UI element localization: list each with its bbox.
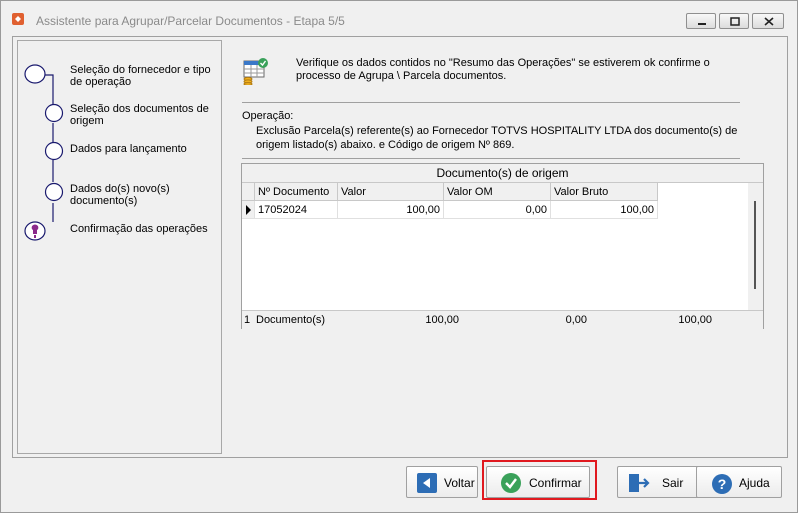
confirm-highlight-box <box>482 460 597 500</box>
cell-valor[interactable]: 100,00 <box>338 201 444 219</box>
step-label-1: Seleção do fornecedor e tipo de operação <box>70 64 211 88</box>
step-marker-1 <box>24 64 46 84</box>
cell-doc[interactable]: 17052024 <box>255 201 338 219</box>
step-label-2: Seleção dos documentos de origem <box>70 103 209 127</box>
close-button[interactable] <box>752 13 784 29</box>
steps-panel: Seleção do fornecedor e tipo de operação… <box>17 40 222 454</box>
minimize-button[interactable] <box>686 13 716 29</box>
restore-icon <box>730 17 740 26</box>
svg-text:?: ? <box>718 476 727 492</box>
column-header-valor-om[interactable]: Valor OM <box>444 183 551 201</box>
exit-door-icon <box>629 474 650 492</box>
operation-label: Operação: <box>242 110 294 122</box>
grid-footer: 1 Documento(s) 100,00 0,00 100,00 <box>242 310 763 329</box>
divider <box>242 158 740 159</box>
step-label-5: Confirmação das operações <box>70 223 208 235</box>
exit-button-label: Sair <box>662 476 684 490</box>
window-title: Assistente para Agrupar/Parcelar Documen… <box>36 14 345 28</box>
column-header-doc[interactable]: Nº Documento <box>255 183 338 201</box>
column-header-valor[interactable]: Valor <box>338 183 444 201</box>
step-label-4: Dados do(s) novo(s) documento(s) <box>70 183 170 207</box>
column-header-valor-bruto[interactable]: Valor Bruto <box>551 183 658 201</box>
back-button-label: Voltar <box>444 476 475 490</box>
current-step-marker <box>24 221 46 241</box>
title-bar: Assistente para Agrupar/Parcelar Documen… <box>1 1 797 37</box>
back-button[interactable]: Voltar <box>406 466 478 498</box>
help-button[interactable]: ? Ajuda <box>696 466 782 498</box>
divider <box>242 102 740 103</box>
footer-count-label: Documento(s) <box>256 314 326 326</box>
scrollbar-thumb[interactable] <box>754 201 756 289</box>
minimize-icon <box>698 23 706 25</box>
intro-text: Verifique os dados contidos no "Resumo d… <box>296 57 710 82</box>
table-confirm-icon <box>243 58 268 85</box>
app-icon <box>12 13 24 25</box>
close-icon <box>764 17 774 26</box>
button-bar: Voltar Confirmar Sair ? Ajuda <box>12 460 788 506</box>
maximize-button[interactable] <box>719 13 749 29</box>
step-marker-4 <box>44 182 64 202</box>
cell-valor-om[interactable]: 0,00 <box>444 201 551 219</box>
step-marker-2 <box>44 103 64 123</box>
help-button-label: Ajuda <box>739 476 770 490</box>
step-marker-3 <box>44 141 64 161</box>
footer-valor: 100,00 <box>425 314 459 326</box>
row-indicator-header <box>242 183 255 201</box>
footer-valor-bruto: 100,00 <box>678 314 712 326</box>
cell-valor-bruto[interactable]: 100,00 <box>551 201 658 219</box>
operation-text: Exclusão Parcela(s) referente(s) ao Forn… <box>256 125 738 151</box>
back-arrow-icon <box>417 473 437 493</box>
exit-button[interactable]: Sair <box>617 466 699 498</box>
source-documents-grid: Documento(s) de origem Nº Documento Valo… <box>241 163 764 329</box>
footer-valor-om: 0,00 <box>565 314 587 326</box>
grid-caption: Documento(s) de origem <box>242 164 763 183</box>
help-icon: ? <box>712 474 732 494</box>
vertical-scrollbar[interactable] <box>748 183 763 310</box>
current-row-arrow-icon <box>246 205 251 215</box>
row-indicator <box>242 201 255 219</box>
step-label-3: Dados para lançamento <box>70 143 187 155</box>
